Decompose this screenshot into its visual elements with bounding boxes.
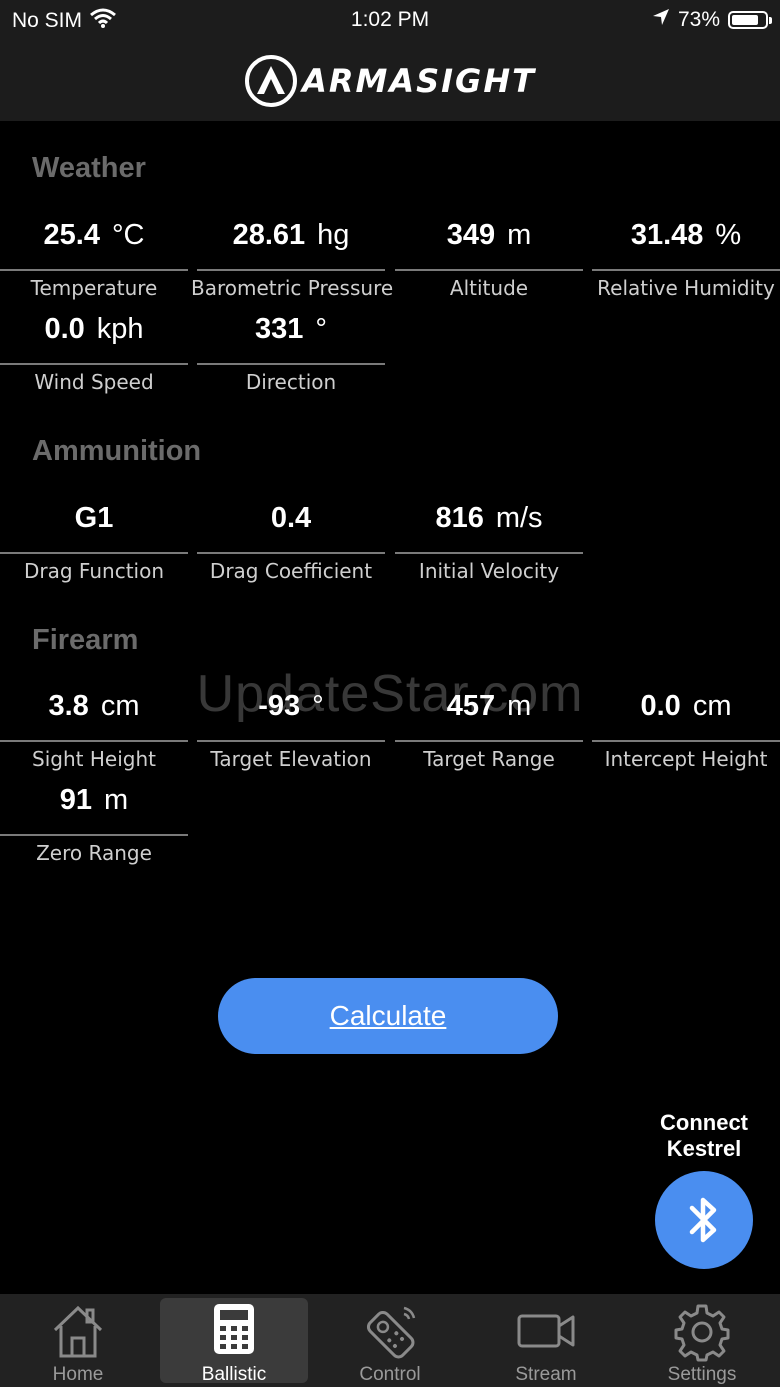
relative-humidity-field[interactable]: 31.48% Relative Humidity — [592, 219, 780, 313]
field-underline — [395, 740, 583, 742]
tab-settings[interactable]: Settings — [624, 1294, 780, 1387]
battery-percent: 73% — [677, 8, 720, 31]
field-value: 816 — [435, 502, 484, 534]
altitude-field[interactable]: 349 m Altitude — [395, 219, 583, 313]
section-title-ammunition: Ammunition — [32, 435, 202, 467]
field-label: Target Elevation — [210, 747, 372, 771]
field-underline — [197, 552, 385, 554]
field-unit: % — [715, 219, 742, 251]
kestrel-label-line1: Connect — [660, 1110, 748, 1135]
home-icon — [53, 1305, 103, 1358]
connect-kestrel-button[interactable] — [655, 1171, 753, 1269]
bluetooth-icon — [689, 1197, 717, 1243]
field-value: 0.4 — [270, 502, 312, 534]
field-value: 349 — [446, 219, 496, 251]
calculate-label: Calculate — [329, 1000, 447, 1031]
field-underline — [0, 834, 188, 836]
tab-bar: Home Ballistic Control Stream Settings — [0, 1294, 780, 1387]
brand-name: ARMASIGHT — [302, 61, 536, 100]
tab-label: Settings — [667, 1364, 737, 1385]
field-unit: kph — [96, 313, 144, 345]
field-value: 91 — [59, 784, 93, 816]
status-bar: No SIM 1:02 PM 73% — [0, 0, 780, 40]
field-underline — [197, 269, 385, 271]
tab-label: Ballistic — [201, 1364, 267, 1385]
field-label: Drag Function — [24, 559, 164, 583]
field-unit: °C — [111, 219, 145, 251]
drag-function-field[interactable]: G1 Drag Function — [0, 502, 188, 596]
field-label: Initial Velocity — [418, 559, 560, 583]
field-value: 25.4 — [43, 219, 100, 251]
initial-velocity-field[interactable]: 816 m/s Initial Velocity — [395, 502, 583, 596]
tab-home[interactable]: Home — [0, 1294, 156, 1387]
calculate-button[interactable]: Calculate — [218, 978, 558, 1054]
field-unit: m — [104, 784, 129, 816]
field-label: Intercept Height — [604, 747, 768, 771]
calculator-icon — [214, 1304, 254, 1354]
field-underline — [592, 269, 780, 271]
field-label: Temperature — [30, 276, 158, 300]
field-value: 0.0 — [44, 313, 85, 345]
field-underline — [0, 363, 188, 365]
field-underline — [197, 363, 385, 365]
field-value: G1 — [74, 502, 114, 534]
section-title-firearm: Firearm — [32, 624, 139, 656]
location-arrow-icon — [652, 8, 670, 32]
drag-coefficient-field[interactable]: 0.4 Drag Coefficient — [197, 502, 385, 596]
field-unit: ° — [315, 313, 327, 345]
tab-label: Control — [359, 1364, 421, 1385]
field-unit: hg — [317, 219, 350, 251]
field-value: 28.61 — [232, 219, 306, 251]
field-label: Altitude — [449, 276, 529, 300]
field-label: Direction — [245, 370, 337, 394]
field-underline — [395, 269, 583, 271]
field-value: 331 — [255, 313, 304, 345]
field-underline — [395, 552, 583, 554]
tab-label: Stream — [515, 1364, 577, 1385]
wind-speed-field[interactable]: 0.0 kph Wind Speed — [0, 313, 188, 407]
watermark: UpdateStar.com — [196, 665, 584, 723]
field-label: Target Range — [423, 747, 555, 771]
gear-icon — [674, 1304, 730, 1362]
section-title-weather: Weather — [32, 152, 146, 184]
app-header: ARMASIGHT — [0, 40, 780, 121]
zero-range-field[interactable]: 91 m Zero Range — [0, 784, 188, 878]
wind-direction-field[interactable]: 331 ° Direction — [197, 313, 385, 407]
field-unit: m/s — [495, 502, 543, 534]
field-label: Wind Speed — [34, 370, 154, 394]
field-label: Drag Coefficient — [209, 559, 373, 583]
video-camera-icon — [517, 1314, 575, 1348]
battery-icon — [728, 11, 772, 29]
tab-stream[interactable]: Stream — [468, 1294, 624, 1387]
field-unit: m — [507, 219, 532, 251]
remote-control-icon — [366, 1306, 416, 1359]
armasight-logo-icon — [245, 54, 298, 107]
tab-control[interactable]: Control — [312, 1294, 468, 1387]
temperature-field[interactable]: 25.4 °C Temperature — [0, 219, 188, 313]
tab-ballistic[interactable]: Ballistic — [156, 1294, 312, 1387]
brand-logo: ARMASIGHT — [244, 54, 536, 108]
field-underline — [592, 740, 780, 742]
field-label: Relative Humidity — [597, 276, 775, 300]
connect-kestrel-label: Connect Kestrel — [628, 1110, 780, 1162]
field-label: Barometric Pressure — [191, 276, 394, 300]
barometric-pressure-field[interactable]: 28.61 hg Barometric Pressure — [191, 219, 393, 313]
field-label: Zero Range — [36, 841, 152, 865]
field-label: Sight Height — [32, 747, 156, 771]
kestrel-label-line2: Kestrel — [666, 1136, 742, 1161]
tab-label: Home — [52, 1364, 104, 1385]
field-value: 31.48 — [630, 219, 704, 251]
field-underline — [0, 269, 188, 271]
field-underline — [197, 740, 385, 742]
field-underline — [0, 552, 188, 554]
field-underline — [0, 740, 188, 742]
